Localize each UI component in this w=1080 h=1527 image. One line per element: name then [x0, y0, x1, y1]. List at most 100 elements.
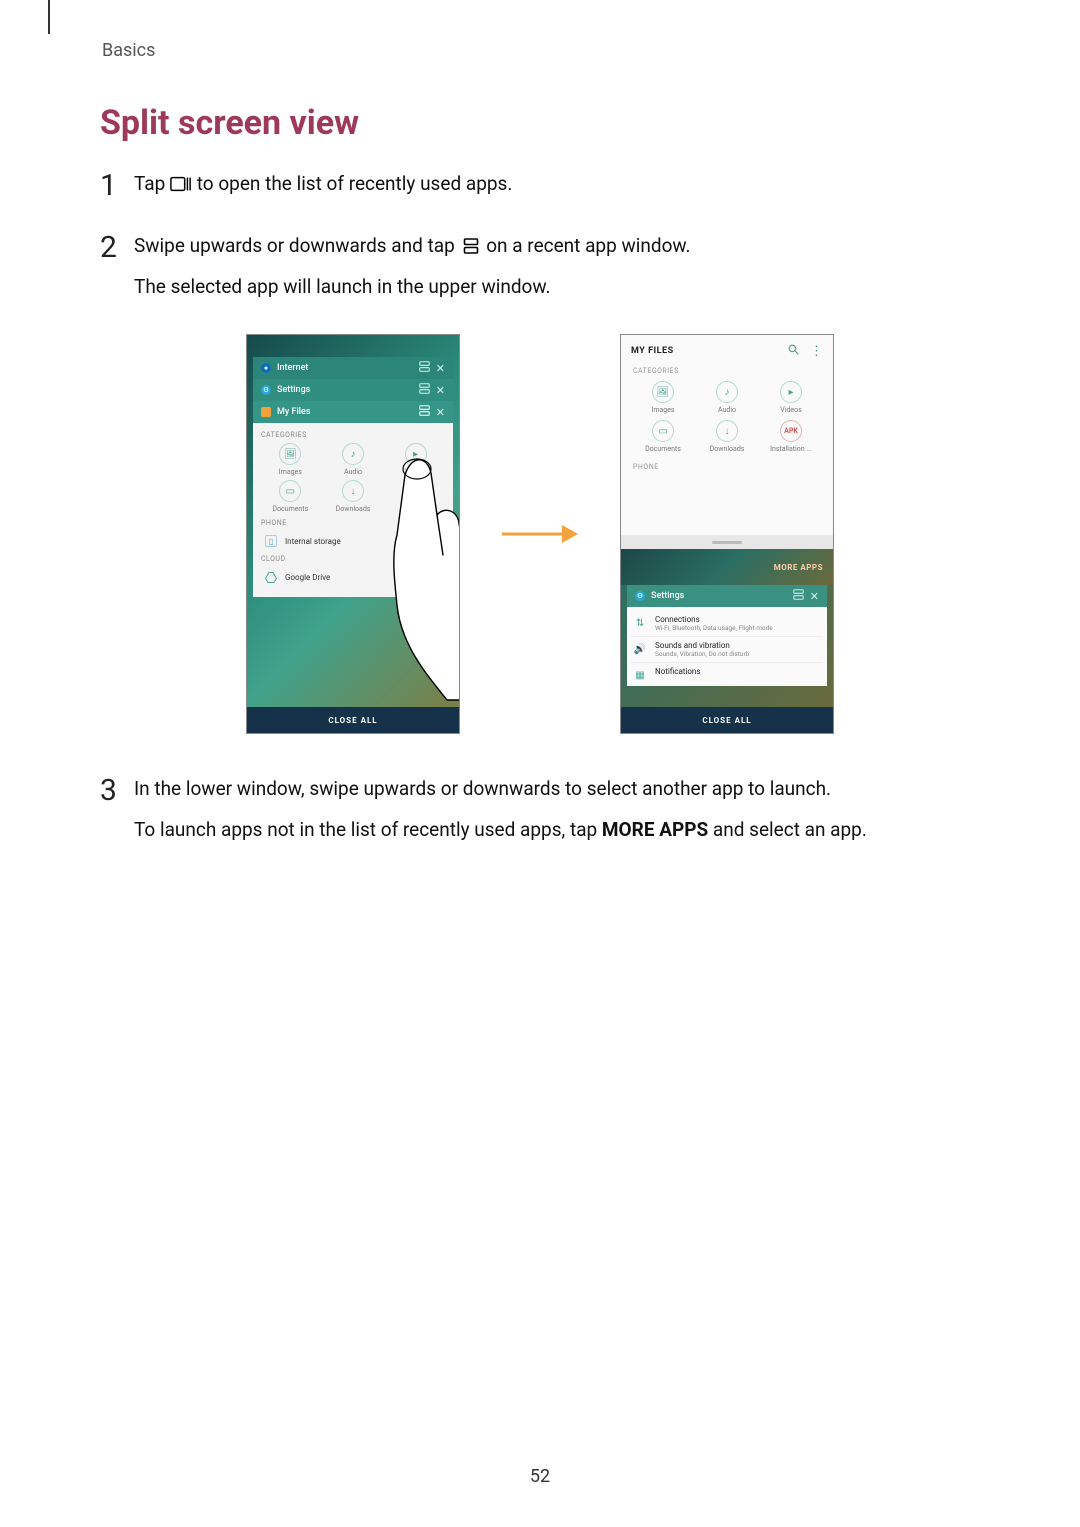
- step-2-line1: Swipe upwards or downwards and tap on a …: [134, 231, 980, 261]
- close-icon[interactable]: ✕: [436, 362, 445, 375]
- right-phone: MY FILES ⋮ CATEGORIES 🖼Images ♪Audio ▸Vi…: [620, 334, 834, 734]
- downloads-icon: ↓: [342, 480, 364, 502]
- step-3-line2-before: To launch apps not in the list of recent…: [134, 818, 602, 841]
- recent-card-settings[interactable]: ⚙ Settings ✕ ⇅ ConnectionsWi-Fi, Bluetoo…: [627, 585, 827, 686]
- recent-apps-stack: ● Internet ✕ ⚙ Settings: [247, 357, 459, 597]
- top-pane-myfiles: MY FILES ⋮ CATEGORIES 🖼Images ♪Audio ▸Vi…: [621, 335, 833, 535]
- phone-label: PHONE: [261, 519, 447, 527]
- settings-sounds[interactable]: 🔊 Sounds and vibrationSounds, Vibration,…: [631, 637, 823, 663]
- cat-installation[interactable]: AP Installat: [384, 480, 447, 513]
- split-icon[interactable]: [419, 383, 430, 397]
- step-1: 1 Tap to open the list of recently used …: [100, 169, 980, 209]
- documents-icon: ▭: [279, 480, 301, 502]
- phone-label: PHONE: [633, 463, 823, 471]
- cat-images[interactable]: 🖼Images: [631, 381, 695, 414]
- apk-icon: AP: [405, 480, 427, 502]
- images-icon: 🖼: [652, 381, 674, 403]
- cat-documents[interactable]: ▭ Documents: [259, 480, 322, 513]
- connections-icon: ⇅: [633, 616, 647, 630]
- step-3-line2: To launch apps not in the list of recent…: [134, 815, 980, 845]
- myfiles-body: CATEGORIES 🖼 Images ♪ Audio ▸: [253, 423, 453, 597]
- bottom-recent-stack: ⚙ Settings ✕ ⇅ ConnectionsWi-Fi, Bluetoo…: [621, 585, 833, 715]
- images-icon: 🖼: [279, 443, 301, 465]
- section-label: Basics: [102, 40, 980, 61]
- cat-installation[interactable]: APKInstallation ...: [759, 420, 823, 453]
- step-2-number: 2: [100, 231, 128, 312]
- split-screen-icon: [460, 238, 482, 254]
- close-icon[interactable]: ✕: [436, 384, 445, 397]
- notifications-icon: ▦: [633, 668, 647, 682]
- recent-card-internet[interactable]: ● Internet ✕: [253, 357, 453, 379]
- step-2-line1-before: Swipe upwards or downwards and tap: [134, 234, 460, 257]
- categories-label: CATEGORIES: [261, 431, 447, 439]
- page-heading: Split screen view: [100, 103, 980, 143]
- recent-title-settings: Settings: [651, 591, 787, 601]
- step-3: 3 In the lower window, swipe upwards or …: [100, 774, 980, 855]
- step-1-text: Tap to open the list of recently used ap…: [134, 169, 980, 199]
- videos-icon: ▸: [780, 381, 802, 403]
- left-phone: ● Internet ✕ ⚙ Settings: [246, 334, 460, 734]
- storage-icon: ▯: [265, 535, 277, 547]
- drive-icon: [265, 571, 277, 583]
- step-2-line2: The selected app will launch in the uppe…: [134, 272, 980, 302]
- cat-videos[interactable]: ▸Videos: [759, 381, 823, 414]
- cat-downloads[interactable]: ↓ Downloads: [322, 480, 385, 513]
- recents-icon: [170, 176, 192, 192]
- audio-icon: ♪: [716, 381, 738, 403]
- recent-title-myfiles: My Files: [277, 407, 413, 417]
- cat-videos[interactable]: ▸ Videos: [384, 443, 447, 476]
- step-3-line2-after: and select an app.: [708, 818, 867, 841]
- categories-label: CATEGORIES: [633, 367, 823, 375]
- statusbar: [247, 335, 459, 357]
- cat-audio[interactable]: ♪ Audio: [322, 443, 385, 476]
- close-icon[interactable]: ✕: [436, 406, 445, 419]
- internet-icon: ●: [261, 363, 271, 373]
- settings-icon: ⚙: [635, 591, 645, 601]
- documents-icon: ▭: [652, 420, 674, 442]
- recent-title-internet: Internet: [277, 363, 413, 373]
- split-icon[interactable]: [793, 589, 804, 603]
- split-divider-handle[interactable]: [621, 535, 833, 549]
- cat-documents[interactable]: ▭Documents: [631, 420, 695, 453]
- apk-icon: APK: [780, 420, 802, 442]
- step-3-line1: In the lower window, swipe upwards or do…: [134, 774, 980, 804]
- close-all-button[interactable]: CLOSE ALL: [621, 707, 833, 733]
- google-drive-row[interactable]: Google Drive Not signed in: [259, 567, 447, 587]
- arrow-icon: [500, 519, 580, 549]
- split-icon[interactable]: [419, 405, 430, 419]
- settings-body: ⇅ ConnectionsWi-Fi, Bluetooth, Data usag…: [627, 607, 827, 686]
- cat-images[interactable]: 🖼 Images: [259, 443, 322, 476]
- step-1-number: 1: [100, 169, 128, 209]
- sounds-icon: 🔊: [633, 642, 647, 656]
- myfiles-title: MY FILES: [631, 346, 787, 356]
- step-1-text-before: Tap: [134, 172, 170, 195]
- step-1-text-after: to open the list of recently used apps.: [197, 172, 513, 195]
- page-number: 52: [0, 1466, 1080, 1487]
- recent-title-settings: Settings: [277, 385, 413, 395]
- recent-card-myfiles[interactable]: My Files ✕ CATEGORIES 🖼 Images: [253, 401, 453, 597]
- search-icon[interactable]: [787, 343, 800, 359]
- settings-notifications[interactable]: ▦ Notifications: [631, 663, 823, 686]
- close-icon[interactable]: ✕: [810, 590, 819, 603]
- videos-icon: ▸: [405, 443, 427, 465]
- cat-audio[interactable]: ♪Audio: [695, 381, 759, 414]
- step-3-line2-bold: MORE APPS: [602, 818, 708, 841]
- step-2: 2 Swipe upwards or downwards and tap on …: [100, 231, 980, 312]
- audio-icon: ♪: [342, 443, 364, 465]
- cloud-label: CLOUD: [261, 555, 447, 563]
- folder-icon: [261, 407, 271, 417]
- step-3-number: 3: [100, 774, 128, 855]
- more-apps-button[interactable]: MORE APPS: [621, 549, 833, 585]
- internal-storage-row[interactable]: ▯ Internal storage: [259, 531, 447, 551]
- settings-icon: ⚙: [261, 385, 271, 395]
- split-icon[interactable]: [419, 361, 430, 375]
- cat-downloads[interactable]: ↓Downloads: [695, 420, 759, 453]
- screenshots-row: ● Internet ✕ ⚙ Settings: [100, 334, 980, 734]
- step-2-line1-after: on a recent app window.: [486, 234, 690, 257]
- settings-connections[interactable]: ⇅ ConnectionsWi-Fi, Bluetooth, Data usag…: [631, 611, 823, 637]
- downloads-icon: ↓: [716, 420, 738, 442]
- more-icon[interactable]: ⋮: [810, 344, 823, 359]
- close-all-button[interactable]: CLOSE ALL: [247, 707, 459, 733]
- recent-card-settings[interactable]: ⚙ Settings ✕: [253, 379, 453, 401]
- header-rule: [48, 0, 50, 34]
